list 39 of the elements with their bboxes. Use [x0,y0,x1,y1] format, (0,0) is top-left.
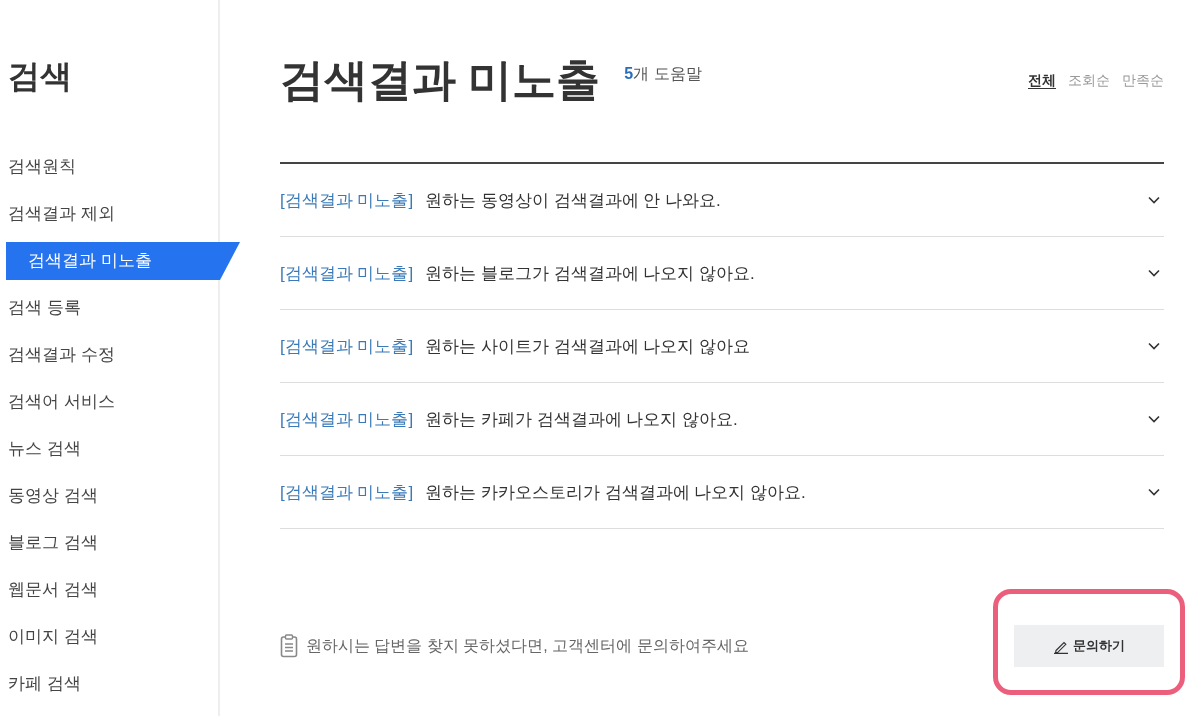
chevron-icon[interactable] [1148,488,1160,496]
help-note: 원하시는 답변을 찾지 못하셨다면, 고객센터에 문의하여주세요 [306,635,749,656]
sidebar-item[interactable]: 검색어 서비스 [0,383,234,421]
sidebar-title: 검색 [8,57,73,96]
faq-item[interactable]: [검색결과 미노출] 원하는 카페가 검색결과에 나오지 않아요. [280,383,1164,456]
sidebar-item[interactable]: 검색결과 수정 [0,336,234,374]
sidebar-item[interactable]: 블로그 검색 [0,524,234,562]
help-count: 5개 도움말 [624,64,702,84]
chevron-icon[interactable] [1148,196,1160,204]
sidebar-item[interactable]: 카페 검색 [0,665,234,703]
faq-item[interactable]: [검색결과 미노출] 원하는 사이트가 검색결과에 나오지 않아요 [280,310,1164,383]
question-text: 원하는 블로그가 검색결과에 나오지 않아요. [425,263,755,283]
chevron-icon[interactable] [1148,342,1160,350]
category-label: [검색결과 미노출] [280,190,414,210]
clipboard-icon [280,634,298,658]
page-title: 검색결과 미노출 [280,54,601,106]
question-text: 원하는 카카오스토리가 검색결과에 나오지 않아요. [425,482,806,502]
question-text: 원하는 카페가 검색결과에 나오지 않아요. [425,409,738,429]
sidebar-item[interactable]: 웹문서 검색 [0,571,234,609]
faq-item[interactable]: [검색결과 미노출] 원하는 동영상이 검색결과에 안 나와요. [280,164,1164,237]
category-label: [검색결과 미노출] [280,409,414,429]
sidebar-item[interactable]: 이미지 검색 [0,618,234,656]
sidebar-item[interactable]: 동영상 검색 [0,477,234,515]
question-text: 원하는 사이트가 검색결과에 나오지 않아요 [425,336,751,356]
sidebar-item[interactable]: 검색결과 제외 [0,195,234,233]
sidebar-item[interactable]: 검색결과 미노출 [6,242,240,280]
inquiry-button[interactable]: 문의하기 [1014,625,1164,667]
category-label: [검색결과 미노출] [280,336,414,356]
sidebar-item[interactable]: 검색 등록 [0,289,234,327]
category-label: [검색결과 미노출] [280,263,414,283]
sidebar-item[interactable]: 뉴스 검색 [0,430,234,468]
question-text: 원하는 동영상이 검색결과에 안 나와요. [425,190,721,210]
chevron-icon[interactable] [1148,269,1160,277]
faq-item[interactable]: [검색결과 미노출] 원하는 카카오스토리가 검색결과에 나오지 않아요. [280,456,1164,529]
sidebar-item[interactable]: 검색원칙 [0,148,234,186]
faq-item[interactable]: [검색결과 미노출] 원하는 블로그가 검색결과에 나오지 않아요. [280,237,1164,310]
category-label: [검색결과 미노출] [280,482,414,502]
sort-tab[interactable]: 전체 [1028,72,1056,90]
chevron-icon[interactable] [1148,415,1160,423]
